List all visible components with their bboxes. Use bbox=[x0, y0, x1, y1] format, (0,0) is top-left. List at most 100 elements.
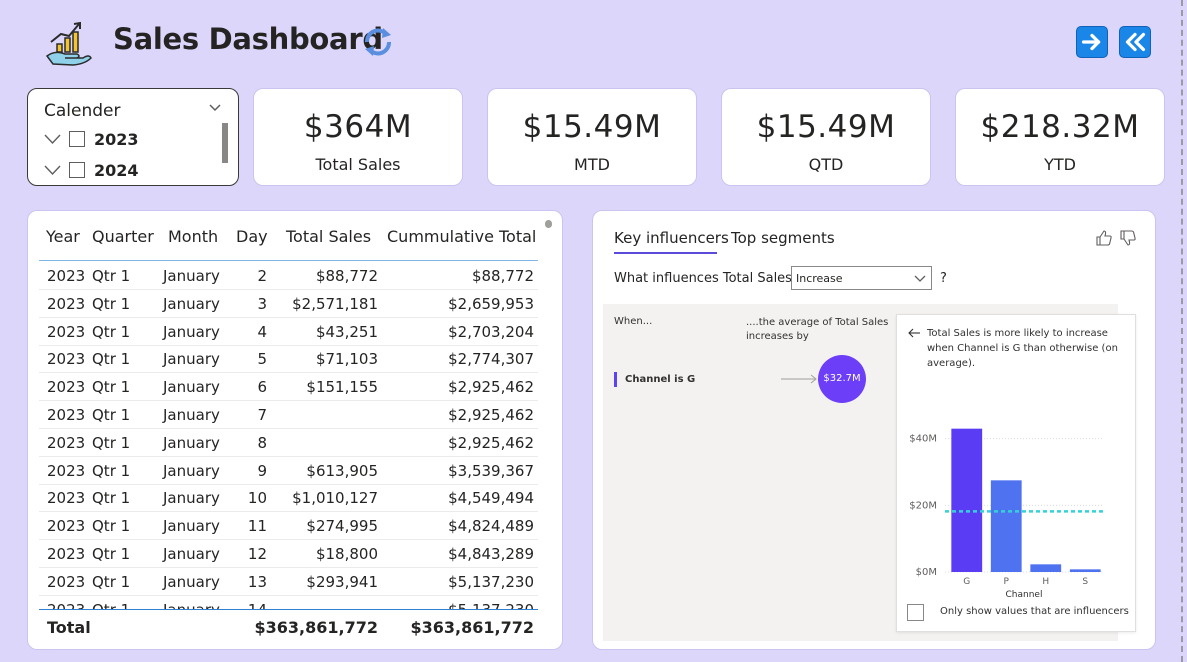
cell-day: 6 bbox=[257, 378, 267, 397]
total-divider bbox=[39, 609, 538, 610]
collapse-back-button[interactable] bbox=[1119, 26, 1151, 58]
slicer-item-2023[interactable]: 2023 bbox=[44, 128, 139, 150]
calendar-slicer[interactable]: Calender 2023 2024 bbox=[27, 88, 239, 186]
checkbox[interactable] bbox=[69, 162, 85, 178]
cell-month: January bbox=[163, 572, 220, 591]
total-sales-value: $363,861,772 bbox=[254, 618, 378, 637]
table-body[interactable]: 2023 Qtr 1 January 2 $88,772 $88,772 2023 Qtr 1… bbox=[28, 261, 564, 609]
total-cumulative-value: $363,861,772 bbox=[410, 618, 534, 637]
bar-g bbox=[951, 428, 983, 572]
thumbs-down-icon[interactable] bbox=[1119, 229, 1137, 247]
table-row[interactable]: 2023 Qtr 1 January 6 $151,155 $2,925,462 bbox=[39, 373, 538, 402]
next-page-button[interactable] bbox=[1076, 26, 1108, 58]
total-label: Total bbox=[47, 618, 91, 637]
cell-total-sales: $274,995 bbox=[306, 517, 378, 536]
cell-day: 5 bbox=[257, 350, 267, 369]
chevron-down-icon[interactable] bbox=[208, 101, 222, 115]
cell-total-sales: $293,941 bbox=[306, 572, 378, 591]
cell-year: 2023 bbox=[47, 601, 85, 609]
cell-year: 2023 bbox=[47, 350, 86, 369]
table-row[interactable]: 2023 Qtr 1 January 8 $2,925,462 bbox=[39, 429, 538, 457]
cell-cumulative-total: $2,659,953 bbox=[448, 294, 534, 313]
back-arrow-icon[interactable] bbox=[907, 327, 921, 339]
column-header-cumulative-total[interactable]: Cummulative Total bbox=[387, 227, 536, 246]
cell-cumulative-total: $5,137,230 bbox=[448, 601, 534, 609]
expand-chevron-icon[interactable] bbox=[44, 133, 61, 145]
kpi-card-total-sales: $364M Total Sales bbox=[253, 88, 463, 186]
cell-year: 2023 bbox=[47, 461, 86, 480]
column-header-month[interactable]: Month bbox=[168, 227, 218, 246]
cell-month: January bbox=[163, 545, 220, 563]
x-tick-label: S bbox=[1082, 577, 1088, 587]
cell-year: 2023 bbox=[47, 294, 86, 313]
slicer-item-2024[interactable]: 2024 bbox=[44, 159, 139, 181]
table-row[interactable]: 2023 Qtr 1 January 9 $613,905 $3,539,367 bbox=[39, 457, 538, 485]
tab-key-influencers[interactable]: Key influencers bbox=[614, 229, 729, 247]
table-row[interactable]: 2023 Qtr 1 January 7 $2,925,462 bbox=[39, 401, 538, 429]
kpi-value: $15.49M bbox=[756, 109, 896, 145]
table-row[interactable]: 2023 Qtr 1 January 12 $18,800 $4,843,289 bbox=[39, 540, 538, 568]
y-tick-label: $40M bbox=[909, 434, 937, 445]
bar-s bbox=[1069, 569, 1101, 572]
influencer-detail-panel: Total Sales is more likely to increase w… bbox=[896, 314, 1136, 632]
kpi-label: Total Sales bbox=[315, 155, 401, 174]
cell-cumulative-total: $2,774,307 bbox=[448, 350, 534, 369]
active-tab-indicator bbox=[614, 252, 717, 254]
table-row[interactable]: 2023 Qtr 1 January 2 $88,772 $88,772 bbox=[39, 262, 538, 290]
cell-cumulative-total: $2,925,462 bbox=[448, 406, 534, 424]
table-row[interactable]: 2023 Qtr 1 January 3 $2,571,181 $2,659,953 bbox=[39, 290, 538, 318]
thumbs-up-icon[interactable] bbox=[1095, 229, 1113, 247]
column-header-day[interactable]: Day bbox=[236, 227, 268, 246]
column-header-year[interactable]: Year bbox=[46, 227, 80, 246]
table-row[interactable]: 2023 Qtr 1 January 10 $1,010,127 $4,549,494 bbox=[39, 484, 538, 513]
question-mark: ? bbox=[940, 271, 947, 286]
influence-direction-dropdown[interactable]: Increase bbox=[791, 266, 932, 290]
slicer-scrollbar[interactable] bbox=[222, 123, 228, 163]
cell-day: 10 bbox=[247, 489, 267, 508]
chevron-down-icon bbox=[914, 275, 926, 282]
cell-month: January bbox=[163, 406, 220, 424]
influencer-label[interactable]: Channel is G bbox=[625, 374, 695, 385]
cell-quarter: Qtr 1 bbox=[92, 601, 130, 609]
cell-total-sales: $18,800 bbox=[315, 545, 378, 563]
cell-month: January bbox=[163, 378, 220, 397]
checkbox[interactable] bbox=[69, 131, 85, 147]
cell-quarter: Qtr 1 bbox=[92, 461, 131, 480]
column-header-quarter[interactable]: Quarter bbox=[92, 227, 154, 246]
influence-question-label: What influences Total Sales to bbox=[614, 271, 810, 286]
table-row[interactable]: 2023 Qtr 1 January 14 $5,137,230 bbox=[39, 596, 538, 609]
influencer-value-bubble[interactable]: $32.7M bbox=[818, 355, 866, 403]
table-row[interactable]: 2023 Qtr 1 January 11 $274,995 $4,824,489 bbox=[39, 512, 538, 541]
cell-year: 2023 bbox=[47, 406, 86, 424]
kpi-label: MTD bbox=[574, 155, 610, 174]
cell-cumulative-total: $5,137,230 bbox=[448, 572, 534, 591]
table-row[interactable]: 2023 Qtr 1 January 4 $43,251 $2,703,204 bbox=[39, 318, 538, 346]
cell-month: January bbox=[163, 267, 220, 285]
cell-day: 9 bbox=[257, 461, 267, 480]
cell-year: 2023 bbox=[47, 545, 86, 563]
influencers-only-checkbox[interactable] bbox=[907, 604, 924, 621]
cell-year: 2023 bbox=[47, 433, 86, 452]
refresh-icon[interactable] bbox=[361, 26, 395, 58]
double-chevron-left-icon bbox=[1125, 32, 1146, 52]
column-header-total-sales[interactable]: Total Sales bbox=[286, 227, 371, 246]
influencers-only-label: Only show values that are influencers bbox=[940, 606, 1129, 617]
tab-top-segments[interactable]: Top segments bbox=[731, 229, 835, 247]
kpi-value: $15.49M bbox=[522, 109, 662, 145]
cell-month: January bbox=[163, 601, 220, 609]
when-label: When... bbox=[614, 316, 653, 327]
table-scrollbar[interactable] bbox=[545, 220, 552, 228]
cell-month: January bbox=[163, 489, 220, 508]
table-row[interactable]: 2023 Qtr 1 January 5 $71,103 $2,774,307 bbox=[39, 345, 538, 374]
slicer-item-label: 2023 bbox=[94, 129, 139, 149]
sales-growth-logo-icon bbox=[43, 18, 93, 68]
table-row[interactable]: 2023 Qtr 1 January 13 $293,941 $5,137,230 bbox=[39, 568, 538, 596]
kpi-card-mtd: $15.49M MTD bbox=[487, 88, 697, 186]
expand-chevron-icon[interactable] bbox=[44, 164, 61, 176]
cell-quarter: Qtr 1 bbox=[92, 267, 131, 285]
cell-month: January bbox=[163, 350, 220, 369]
x-tick-label: H bbox=[1042, 577, 1049, 587]
influencers-panel: When... ....the average of Total Sales i… bbox=[603, 304, 1136, 641]
x-axis-label: Channel bbox=[1006, 590, 1043, 600]
cell-quarter: Qtr 1 bbox=[92, 322, 131, 341]
